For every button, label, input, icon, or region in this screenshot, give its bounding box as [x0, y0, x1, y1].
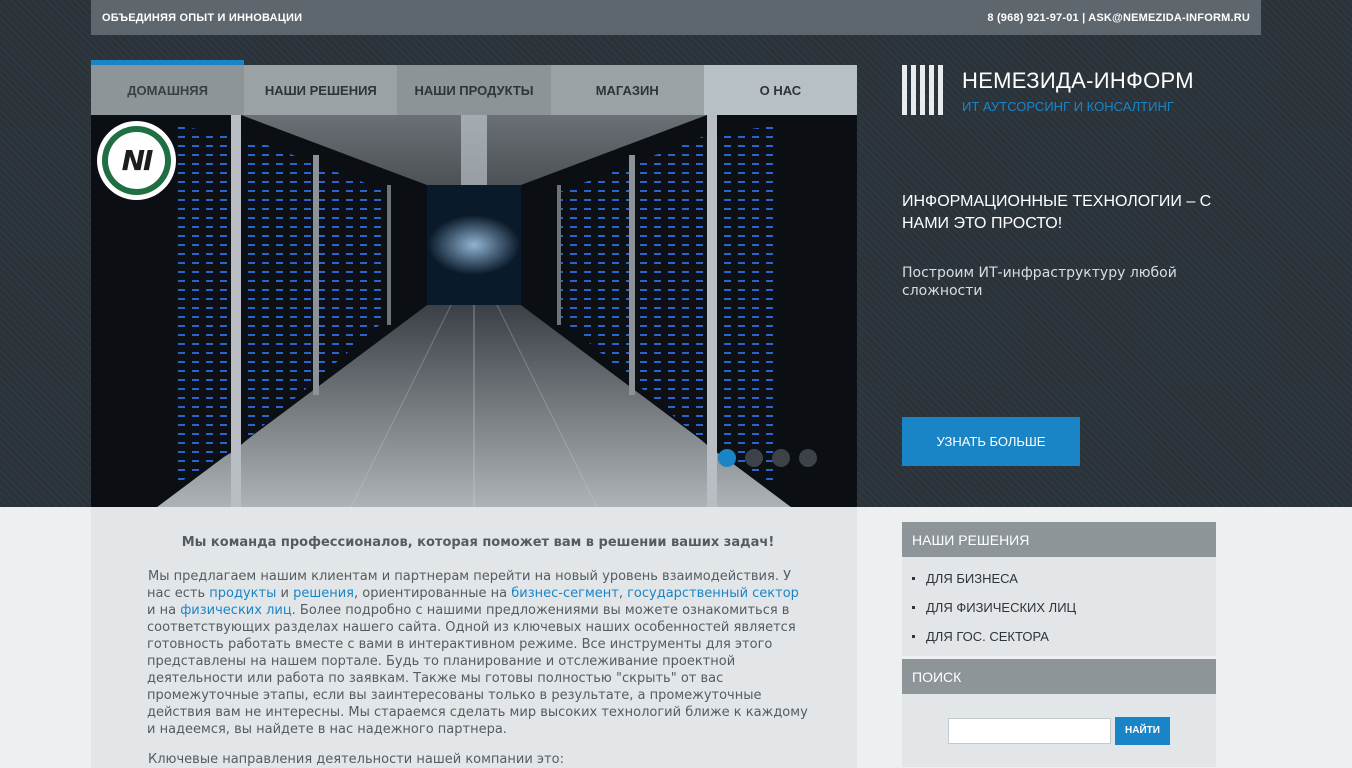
- learn-more-button[interactable]: УЗНАТЬ БОЛЬШЕ: [902, 417, 1080, 466]
- bullet-icon: [912, 606, 915, 609]
- main-nav: ДОМАШНЯЯ НАШИ РЕШЕНИЯ НАШИ ПРОДУКТЫ МАГА…: [91, 60, 858, 115]
- nav-item-shop[interactable]: МАГАЗИН: [550, 65, 704, 115]
- solutions-list: ДЛЯ БИЗНЕСА ДЛЯ ФИЗИЧЕСКИХ ЛИЦ ДЛЯ ГОС. …: [902, 557, 1216, 656]
- link-government[interactable]: государственный сектор: [627, 586, 799, 601]
- link-products[interactable]: продукты: [209, 586, 276, 601]
- bullet-icon: [912, 577, 915, 580]
- solutions-widget: НАШИ РЕШЕНИЯ ДЛЯ БИЗНЕСА ДЛЯ ФИЗИЧЕСКИХ …: [902, 522, 1216, 656]
- search-button[interactable]: НАЙТИ: [1115, 716, 1170, 745]
- main-content: Мы команда профессионалов, которая помож…: [91, 507, 857, 768]
- brand-name[interactable]: НЕМЕЗИДА-ИНФОРМ: [962, 68, 1194, 94]
- slogan: ОБЪЕДИНЯЯ ОПЫТ И ИННОВАЦИИ: [102, 11, 303, 24]
- search-row: НАЙТИ: [902, 694, 1216, 767]
- slider-dot-3[interactable]: [772, 449, 790, 467]
- slider-dot-2[interactable]: [745, 449, 763, 467]
- search-widget-title: ПОИСК: [902, 659, 1216, 694]
- solutions-item-government[interactable]: ДЛЯ ГОС. СЕКТОРА: [902, 622, 1216, 651]
- link-individuals[interactable]: физических лиц: [180, 603, 291, 618]
- hero-heading: ИНФОРМАЦИОННЫЕ ТЕХНОЛОГИИ – С НАМИ ЭТО П…: [902, 193, 1212, 232]
- nav-item-home[interactable]: ДОМАШНЯЯ: [91, 60, 245, 115]
- nav-item-products[interactable]: НАШИ ПРОДУКТЫ: [397, 65, 551, 115]
- link-solutions[interactable]: решения: [293, 586, 354, 601]
- solutions-widget-title: НАШИ РЕШЕНИЯ: [902, 522, 1216, 557]
- intro-paragraph: Мы предлагаем нашим клиентам и партнерам…: [147, 569, 808, 737]
- top-bar: ОБЪЕДИНЯЯ ОПЫТ И ИННОВАЦИИ 8 (968) 921-9…: [91, 0, 1261, 35]
- brand-tagline: ИТ АУТСОРСИНГ И КОНСАЛТИНГ: [962, 99, 1174, 114]
- hero-text: Построим ИТ-инфраструктуру любой сложнос…: [902, 265, 1177, 299]
- contact-info[interactable]: 8 (968) 921-97-01 | ASK@NEMEZIDA-INFORM.…: [987, 12, 1250, 24]
- search-widget: ПОИСК НАЙТИ: [902, 659, 1216, 767]
- solutions-item-individuals[interactable]: ДЛЯ ФИЗИЧЕСКИХ ЛИЦ: [902, 593, 1216, 622]
- nav-item-solutions[interactable]: НАШИ РЕШЕНИЯ: [244, 65, 398, 115]
- slider-dots: [718, 449, 817, 467]
- slider-dot-4[interactable]: [799, 449, 817, 467]
- main-title: Мы команда профессионалов, которая помож…: [181, 535, 775, 550]
- slider-dot-1[interactable]: [718, 449, 736, 467]
- search-input[interactable]: [948, 717, 1111, 744]
- ni-logo-text: NI: [108, 132, 165, 189]
- solutions-item-business[interactable]: ДЛЯ БИЗНЕСА: [902, 564, 1216, 593]
- ni-logo: NI: [97, 121, 176, 200]
- brand-bars-icon: [902, 65, 944, 115]
- directions-paragraph: Ключевые направления деятельности нашей …: [148, 752, 564, 767]
- hero-slider[interactable]: NI: [91, 115, 857, 507]
- bullet-icon: [912, 635, 915, 638]
- link-business[interactable]: бизнес-сегмент: [511, 586, 619, 601]
- nav-item-about[interactable]: О НАС: [703, 65, 858, 115]
